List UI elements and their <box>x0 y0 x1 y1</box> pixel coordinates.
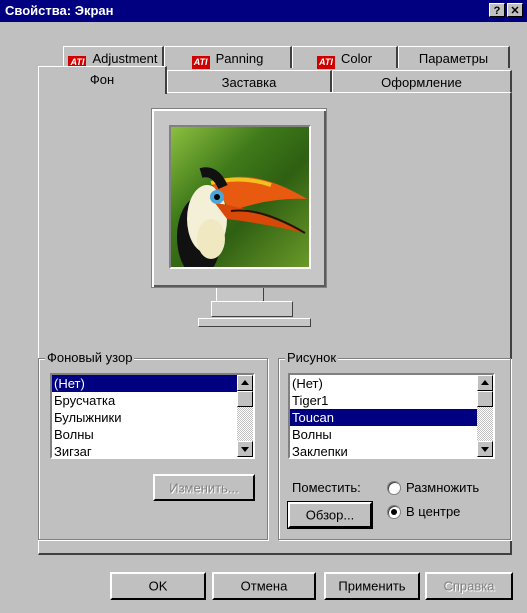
scroll-up-icon[interactable] <box>477 375 493 391</box>
list-item[interactable]: Toucan <box>290 409 493 426</box>
tab-parameters[interactable]: Параметры <box>398 46 510 68</box>
pattern-group-title: Фоновый узор <box>45 350 135 365</box>
monitor-neck <box>216 288 264 302</box>
help-title-button[interactable]: ? <box>489 3 505 17</box>
wallpaper-preview <box>169 125 311 269</box>
edit-pattern-button[interactable]: Изменить... <box>153 474 255 501</box>
radio-center[interactable] <box>387 505 401 519</box>
tab-panning[interactable]: ATI Panning <box>164 46 292 69</box>
pattern-scrollbar[interactable] <box>237 375 253 457</box>
tab-label: Adjustment <box>92 51 158 66</box>
tab-label: Color <box>340 51 373 66</box>
scroll-thumb[interactable] <box>477 391 493 407</box>
browse-button[interactable]: Обзор... <box>287 501 373 529</box>
window-title: Свойства: Экран <box>5 3 114 18</box>
apply-button[interactable]: Применить <box>324 572 420 600</box>
list-item[interactable]: Волны <box>52 426 253 443</box>
list-item[interactable]: (Нет) <box>290 375 493 392</box>
list-item[interactable]: Зигзаг <box>52 443 253 460</box>
radio-tile[interactable] <box>387 481 401 495</box>
ati-icon: ATI <box>191 56 210 69</box>
radio-tile-label[interactable]: Размножить <box>406 480 479 495</box>
tab-screensaver[interactable]: Заставка <box>167 70 332 93</box>
tab-label: Panning <box>215 51 264 66</box>
cancel-button[interactable]: Отмена <box>212 572 316 600</box>
tab-label: Фон <box>89 72 115 87</box>
list-item[interactable]: Tiger1 <box>290 392 493 409</box>
help-button[interactable]: Справка <box>425 572 513 600</box>
tab-background[interactable]: Фон <box>38 66 167 94</box>
tab-color[interactable]: ATI Color <box>292 46 398 69</box>
close-button[interactable]: ✕ <box>507 3 523 17</box>
ok-button[interactable]: OK <box>110 572 206 600</box>
list-item[interactable]: Брусчатка <box>52 392 253 409</box>
scroll-thumb[interactable] <box>237 391 253 407</box>
scroll-down-icon[interactable] <box>477 441 493 457</box>
list-item[interactable]: Булыжники <box>52 409 253 426</box>
scroll-up-icon[interactable] <box>237 375 253 391</box>
tab-adjustment[interactable]: ATI Adjustment <box>63 46 164 69</box>
ati-icon: ATI <box>316 56 335 69</box>
tab-label: Оформление <box>381 75 462 90</box>
list-item[interactable]: Заклепки <box>290 443 493 460</box>
tab-appearance[interactable]: Оформление <box>332 70 512 93</box>
wallpaper-group-title: Рисунок <box>285 350 339 365</box>
radio-center-label[interactable]: В центре <box>406 504 460 519</box>
tab-label: Заставка <box>221 75 277 90</box>
monitor-base <box>198 318 311 327</box>
title-bar[interactable]: Свойства: Экран ? ✕ <box>0 0 527 22</box>
list-item[interactable]: (Нет) <box>52 375 253 392</box>
tab-label: Параметры <box>418 51 489 66</box>
scroll-down-icon[interactable] <box>237 441 253 457</box>
toucan-image <box>177 167 307 267</box>
display-label: Поместить: <box>292 480 361 495</box>
wallpaper-scrollbar[interactable] <box>477 375 493 457</box>
list-item[interactable]: Волны <box>290 426 493 443</box>
pattern-listbox[interactable]: (Нет) Брусчатка Булыжники Волны Зигзаг <box>50 373 255 459</box>
wallpaper-listbox[interactable]: (Нет) Tiger1 Toucan Волны Заклепки <box>288 373 495 459</box>
monitor-stand <box>211 301 293 317</box>
